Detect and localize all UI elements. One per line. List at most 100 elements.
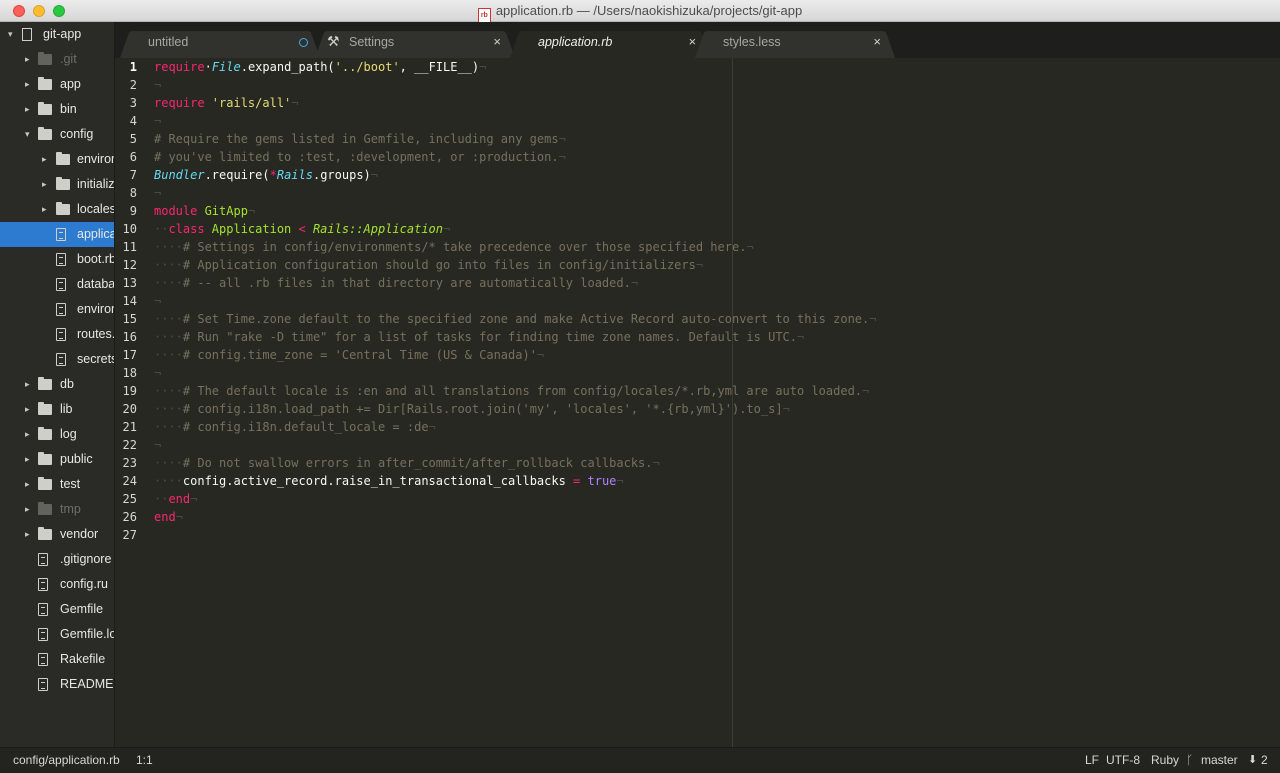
code-line[interactable]: ····# config.i18n.load_path += Dir[Rails…	[154, 400, 790, 418]
code-line[interactable]: Bundler.require(*Rails.groups)¬	[154, 166, 378, 184]
tree-item-boot-rb[interactable]: boot.rb	[0, 247, 114, 272]
code-line[interactable]: ····# Application configuration should g…	[154, 256, 703, 274]
line-number[interactable]: 9	[115, 202, 137, 220]
tree-item-bin[interactable]: ▸ bin	[0, 97, 114, 122]
code-line[interactable]: ¬	[154, 292, 161, 310]
line-number[interactable]: 2	[115, 76, 137, 94]
line-number[interactable]: 13	[115, 274, 137, 292]
tree-item-locales[interactable]: ▸ locales	[0, 197, 114, 222]
line-number[interactable]: 15	[115, 310, 137, 328]
tree-item-database-yml[interactable]: database.yml	[0, 272, 114, 297]
line-number[interactable]: 11	[115, 238, 137, 256]
tree-item-public[interactable]: ▸ public	[0, 447, 114, 472]
tree-item-application-rb[interactable]: application.rb	[0, 222, 114, 247]
code-line[interactable]: ¬	[154, 112, 161, 130]
tree-item-environment-rb[interactable]: environment.rb	[0, 297, 114, 322]
tree-item-config-ru[interactable]: config.ru	[0, 572, 114, 597]
tree-item-initializers[interactable]: ▸ initializers	[0, 172, 114, 197]
line-number[interactable]: 14	[115, 292, 137, 310]
status-file-path[interactable]: config/application.rb	[13, 753, 120, 767]
chevron-right-icon[interactable]: ▸	[42, 147, 47, 172]
status-git-ahead-count[interactable]: 2	[1261, 753, 1268, 767]
close-tab-icon[interactable]: ×	[873, 34, 881, 49]
chevron-right-icon[interactable]: ▸	[25, 97, 30, 122]
code-line[interactable]: ¬	[154, 76, 161, 94]
code-line[interactable]: ····# Settings in config/environments/* …	[154, 238, 754, 256]
chevron-right-icon[interactable]: ▸	[25, 447, 30, 472]
tree-item-gemfile[interactable]: Gemfile	[0, 597, 114, 622]
line-number[interactable]: 17	[115, 346, 137, 364]
line-number[interactable]: 21	[115, 418, 137, 436]
line-number[interactable]: 27	[115, 526, 137, 544]
tree-item-git[interactable]: ▸ .git	[0, 47, 114, 72]
tree-item-gitignore[interactable]: .gitignore	[0, 547, 114, 572]
code-editor[interactable]: require·File.expand_path('../boot', __FI…	[154, 58, 1280, 747]
tree-item-environments[interactable]: ▸ environments	[0, 147, 114, 172]
line-number[interactable]: 24	[115, 472, 137, 490]
code-line[interactable]: ¬	[154, 436, 161, 454]
chevron-right-icon[interactable]: ▸	[25, 522, 30, 547]
tree-item-gemfile-lock[interactable]: Gemfile.lock	[0, 622, 114, 647]
code-line[interactable]: ····# The default locale is :en and all …	[154, 382, 869, 400]
line-number[interactable]: 16	[115, 328, 137, 346]
code-line[interactable]: ····# Do not swallow errors in after_com…	[154, 454, 660, 472]
close-tab-icon[interactable]: ×	[493, 34, 501, 49]
code-line[interactable]: # you've limited to :test, :development,…	[154, 148, 566, 166]
tree-item-secrets-yml[interactable]: secrets.yml	[0, 347, 114, 372]
line-number[interactable]: 18	[115, 364, 137, 382]
chevron-right-icon[interactable]: ▸	[42, 197, 47, 222]
status-grammar[interactable]: Ruby	[1151, 753, 1179, 767]
chevron-right-icon[interactable]: ▸	[25, 497, 30, 522]
line-number[interactable]: 12	[115, 256, 137, 274]
line-number[interactable]: 20	[115, 400, 137, 418]
tree-item-rakefile[interactable]: Rakefile	[0, 647, 114, 672]
code-line[interactable]: ¬	[154, 364, 161, 382]
status-encoding[interactable]: UTF-8	[1106, 753, 1140, 767]
chevron-right-icon[interactable]: ▸	[25, 72, 30, 97]
tree-item-app[interactable]: ▸ app	[0, 72, 114, 97]
tree-item-vendor[interactable]: ▸ vendor	[0, 522, 114, 547]
tab-application-rb[interactable]: application.rb ×	[510, 28, 710, 58]
code-line[interactable]: ····# Set Time.zone default to the speci…	[154, 310, 876, 328]
status-cursor-position[interactable]: 1:1	[136, 753, 153, 767]
line-number[interactable]: 25	[115, 490, 137, 508]
code-line[interactable]: ¬	[154, 184, 161, 202]
chevron-right-icon[interactable]: ▸	[42, 172, 47, 197]
line-number[interactable]: 5	[115, 130, 137, 148]
code-line[interactable]: ····# config.time_zone = 'Central Time (…	[154, 346, 544, 364]
tree-item-config[interactable]: ▾ config	[0, 122, 114, 147]
chevron-right-icon[interactable]: ▸	[25, 422, 30, 447]
code-line[interactable]: require·File.expand_path('../boot', __FI…	[154, 58, 486, 76]
code-line[interactable]: ··class Application < Rails::Application…	[154, 220, 450, 238]
code-line[interactable]: # Require the gems listed in Gemfile, in…	[154, 130, 566, 148]
chevron-right-icon[interactable]: ▸	[25, 397, 30, 422]
line-number[interactable]: 4	[115, 112, 137, 130]
line-number[interactable]: 19	[115, 382, 137, 400]
line-number[interactable]: 6	[115, 148, 137, 166]
line-number[interactable]: 22	[115, 436, 137, 454]
tab-settings[interactable]: ⚒ Settings ×	[315, 28, 515, 58]
tree-item-git-app[interactable]: ▾ git-app	[0, 22, 114, 47]
tree-item-routes-rb[interactable]: routes.rb	[0, 322, 114, 347]
modified-dot-icon[interactable]	[299, 38, 308, 47]
line-number[interactable]: 10	[115, 220, 137, 238]
tab-styles-less[interactable]: styles.less ×	[695, 28, 895, 58]
code-line[interactable]: ····config.active_record.raise_in_transa…	[154, 472, 624, 490]
line-number[interactable]: 26	[115, 508, 137, 526]
tree-item-readme-rdoc[interactable]: README.rdoc	[0, 672, 114, 697]
status-git-branch[interactable]: master	[1201, 753, 1238, 767]
chevron-right-icon[interactable]: ▸	[25, 372, 30, 397]
tree-item-lib[interactable]: ▸ lib	[0, 397, 114, 422]
line-number[interactable]: 3	[115, 94, 137, 112]
chevron-down-icon[interactable]: ▾	[8, 22, 13, 47]
line-number[interactable]: 1	[115, 58, 137, 76]
line-number[interactable]: 8	[115, 184, 137, 202]
code-line[interactable]: ····# config.i18n.default_locale = :de¬	[154, 418, 436, 436]
code-line[interactable]: ····# -- all .rb files in that directory…	[154, 274, 638, 292]
tree-item-tmp[interactable]: ▸ tmp	[0, 497, 114, 522]
tree-item-db[interactable]: ▸ db	[0, 372, 114, 397]
line-number[interactable]: 7	[115, 166, 137, 184]
tab-untitled[interactable]: untitled	[120, 28, 320, 58]
chevron-right-icon[interactable]: ▸	[25, 472, 30, 497]
tree-item-log[interactable]: ▸ log	[0, 422, 114, 447]
